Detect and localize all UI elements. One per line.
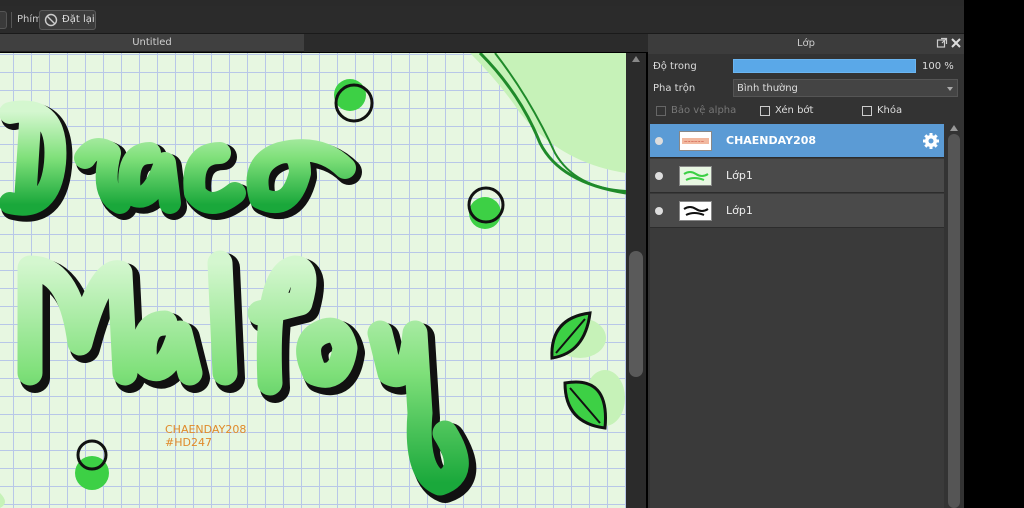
outside-area [964,0,1024,508]
blend-mode-select[interactable]: Bình thường [733,79,958,97]
lock-label: Khóa [877,105,903,116]
chevron-down-icon [947,87,953,91]
opacity-value: 100 % [922,61,954,72]
tool-options-bar: Phím Đặt lại [0,6,964,34]
layer-row[interactable]: Lớp1 [650,194,944,228]
layers-panel: Lớp Độ trong 100 % Pha trộn Bình thường … [648,34,964,508]
scroll-up-icon[interactable] [950,125,958,131]
visibility-icon[interactable] [655,172,663,180]
layer-row[interactable]: ~~~~~~ CHAENDAY208 [650,124,944,158]
opacity-slider[interactable] [733,59,916,73]
leaf-decoration-2 [563,370,625,430]
layer-name: Lớp1 [726,204,753,217]
layer-name: Lớp1 [726,169,753,182]
canvas-scrollbar[interactable] [626,53,646,508]
leaf-decoration-1 [550,311,606,360]
watermark-line-1: CHAENDAY208 [165,423,247,436]
reset-label: Đặt lại [62,14,95,25]
watermark-line-2: #HD247 [165,436,212,449]
opacity-label: Độ trong [653,61,697,72]
drawing-canvas[interactable]: CHAENDAY208 #HD247 [0,53,626,508]
visibility-icon[interactable] [655,137,663,145]
gear-icon[interactable] [922,132,940,150]
svg-text:~~~~~~: ~~~~~~ [684,139,704,144]
watermark-text: CHAENDAY208 #HD247 [165,423,246,449]
layer-thumbnail [679,166,712,186]
checkbox-box [760,106,770,116]
layer-row[interactable]: Lớp1 [650,159,944,193]
popout-icon[interactable] [936,37,948,49]
checkbox-box [656,106,666,116]
corner-leaf-bottom [0,493,5,508]
protect-alpha-label: Bảo vệ alpha [671,105,737,116]
layer-thumbnail [679,201,712,221]
toolbar-divider [11,12,12,28]
layer-list: ~~~~~~ CHAENDAY208 Lớp1 Lớp1 [650,124,944,508]
tab-strip [304,34,648,52]
prohibit-icon [44,13,58,27]
blend-mode-value: Bình thường [737,83,798,94]
scroll-up-icon[interactable] [632,56,640,62]
lettering-malfoy [17,250,477,503]
scrollbar-thumb[interactable] [948,134,960,508]
layer-thumbnail: ~~~~~~ [679,131,712,151]
reset-button[interactable]: Đặt lại [39,10,96,30]
lettering-draco [0,100,362,222]
blend-label: Pha trộn [653,83,696,94]
close-icon[interactable] [950,37,962,49]
dot-decoration [469,197,501,229]
layer-name: CHAENDAY208 [726,134,817,147]
visibility-icon[interactable] [655,207,663,215]
panel-title: Lớp [648,34,964,54]
scrollbar-thumb[interactable] [629,251,643,377]
document-tab[interactable]: Untitled [0,34,304,52]
toolbar-stub-button[interactable] [0,11,7,29]
clipping-label: Xén bớt [775,105,814,116]
layer-list-scrollbar[interactable] [946,124,962,508]
document-tab-title: Untitled [132,37,172,48]
artwork [0,53,626,508]
checkbox-box [862,106,872,116]
